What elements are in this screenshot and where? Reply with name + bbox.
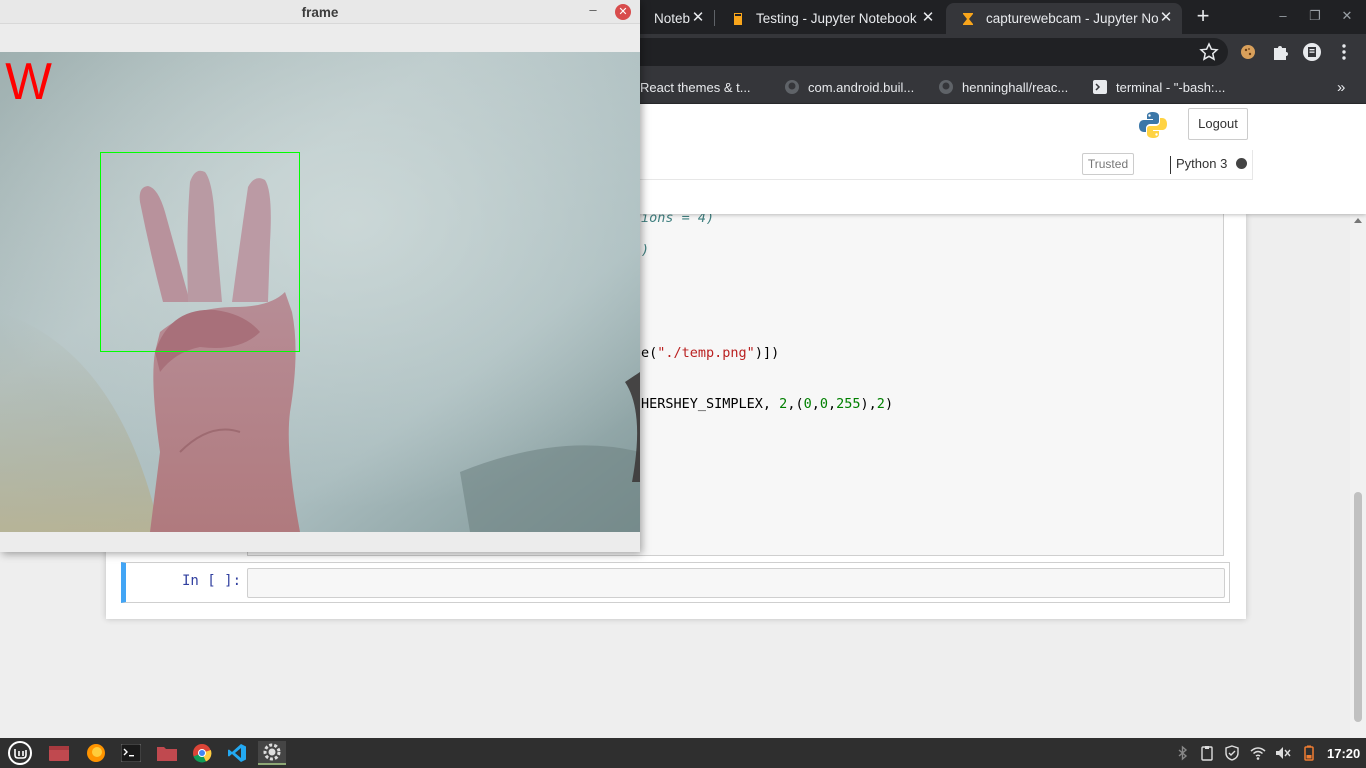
bookmarks-overflow-icon[interactable]: »	[1337, 77, 1345, 97]
frame-close-icon[interactable]: ✕	[615, 4, 631, 20]
folder-icon[interactable]	[153, 741, 181, 765]
bookmark-label: com.android.buil...	[808, 79, 915, 95]
vscode-icon[interactable]	[223, 741, 251, 765]
python-logo-icon	[1139, 112, 1167, 138]
firefox-icon[interactable]	[82, 741, 110, 765]
empty-cell-input[interactable]	[247, 568, 1225, 598]
terminal-icon	[1093, 80, 1107, 94]
bookmark-henninghall[interactable]: henninghall/reac...	[938, 77, 1068, 97]
cookie-extension-icon[interactable]	[1238, 42, 1258, 62]
code-line: )	[641, 242, 650, 258]
kernel-name[interactable]: Python 3	[1176, 156, 1227, 171]
chrome-menu-icon[interactable]	[1334, 42, 1354, 62]
webcam-frame-graphic	[0, 52, 640, 532]
github-icon	[939, 80, 953, 94]
bookmark-label: React themes & t...	[640, 79, 751, 95]
code-line: HERSHEY_SIMPLEX, 2,(0,0,255),2)	[641, 396, 894, 412]
volume-muted-icon[interactable]	[1275, 745, 1291, 761]
close-window-icon[interactable]: ✕	[1339, 8, 1355, 24]
frame-minimize-icon[interactable]: –	[586, 2, 600, 18]
tab-testing[interactable]: Testing - Jupyter Notebook ✕	[716, 3, 944, 34]
scrollbar-thumb[interactable]	[1354, 492, 1362, 722]
files-red-icon[interactable]	[45, 741, 73, 765]
kernel-divider	[1170, 156, 1171, 174]
terminal-icon[interactable]	[117, 741, 145, 765]
battery-icon[interactable]	[1301, 745, 1317, 761]
profile-avatar-icon[interactable]	[1302, 42, 1322, 62]
tab-title: Testing - Jupyter Notebook	[756, 11, 917, 26]
mint-menu-icon[interactable]	[6, 741, 34, 765]
prediction-letter: W	[5, 53, 52, 111]
restore-icon[interactable]: ❐	[1307, 8, 1323, 24]
input-prompt: In [ ]:	[182, 573, 242, 589]
bookmark-label: terminal - "-bash:...	[1116, 79, 1226, 95]
code-line: e("./temp.png")])	[641, 345, 780, 361]
minimize-icon[interactable]: –	[1275, 8, 1291, 24]
bookmark-label: henninghall/reac...	[962, 79, 1069, 95]
clipboard-icon[interactable]	[1199, 745, 1215, 761]
tab-separator	[714, 10, 715, 26]
bookmark-star-icon[interactable]	[1199, 42, 1219, 62]
logout-button[interactable]: Logout	[1188, 108, 1248, 140]
bookmark-android-build[interactable]: com.android.buil...	[784, 77, 914, 97]
github-icon	[785, 80, 799, 94]
empty-code-cell[interactable]: In [ ]:	[121, 562, 1230, 603]
taskbar: 17:20	[0, 738, 1366, 768]
frame-window-title: frame	[301, 5, 339, 20]
shield-icon[interactable]	[1224, 745, 1240, 761]
trusted-indicator[interactable]: Trusted	[1082, 153, 1134, 175]
frame-toolbar	[0, 24, 640, 52]
bookmark-terminal[interactable]: terminal - "-bash:...	[1092, 77, 1225, 97]
desktop-screen: Noteb ✕ Testing - Jupyter Notebook ✕ cap…	[0, 0, 1366, 768]
scroll-up-icon[interactable]	[1354, 218, 1362, 223]
book-icon	[730, 11, 746, 27]
new-tab-button[interactable]: +	[1192, 5, 1214, 28]
bookmark-react-themes[interactable]: React themes & t...	[640, 77, 751, 97]
hourglass-icon	[960, 11, 976, 27]
tab-close-icon[interactable]: ✕	[920, 10, 936, 26]
tab-close-icon[interactable]: ✕	[690, 10, 706, 26]
webcam-feed-image: W	[0, 52, 640, 532]
wifi-icon[interactable]	[1250, 745, 1266, 761]
chrome-icon[interactable]	[188, 741, 216, 765]
settings-icon[interactable]	[258, 741, 286, 765]
tab-close-icon[interactable]: ✕	[1158, 10, 1174, 26]
frame-statusbar	[0, 532, 640, 552]
frame-titlebar[interactable]: frame – ✕	[0, 0, 640, 24]
extensions-puzzle-icon[interactable]	[1270, 42, 1290, 62]
tab-notebook[interactable]: Noteb ✕	[640, 3, 712, 34]
kernel-idle-indicator	[1236, 158, 1247, 169]
bluetooth-icon[interactable]	[1175, 745, 1191, 761]
tab-capturewebcam[interactable]: capturewebcam - Jupyter No ✕	[946, 3, 1182, 34]
clock[interactable]: 17:20	[1327, 746, 1360, 761]
tab-title: capturewebcam - Jupyter No	[986, 11, 1159, 26]
opencv-frame-window: frame – ✕ W	[0, 0, 640, 552]
page-scrollbar[interactable]	[1350, 214, 1366, 738]
